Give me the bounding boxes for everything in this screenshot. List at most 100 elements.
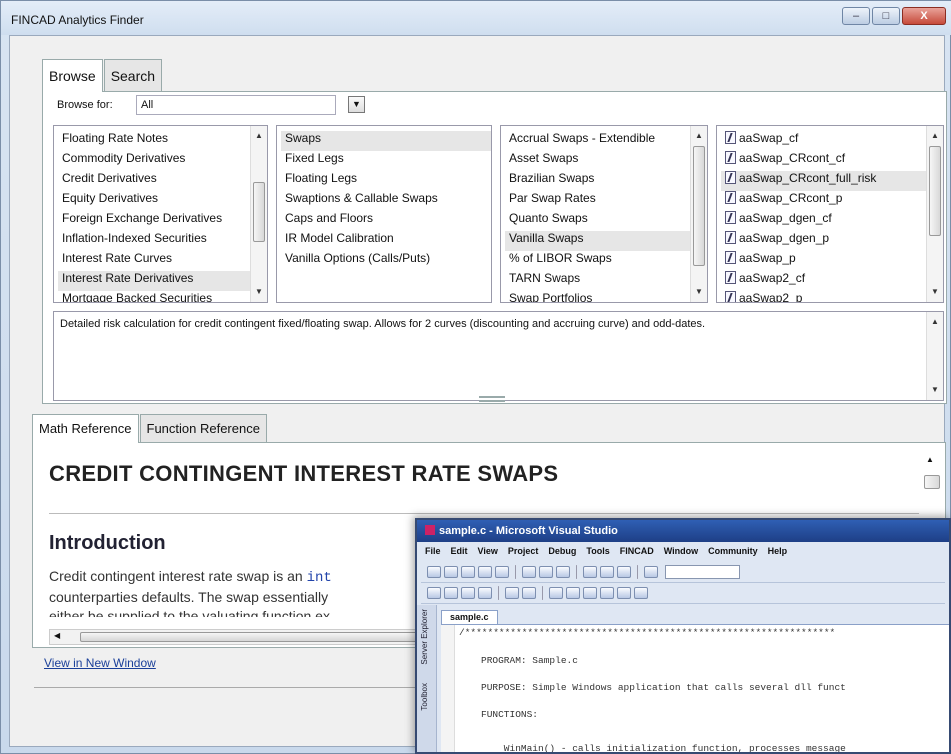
- scroll-up-icon[interactable]: ▲: [691, 128, 707, 144]
- toolbar-button-icon[interactable]: [427, 587, 441, 599]
- vs-menu-item[interactable]: Help: [768, 546, 788, 556]
- function-scrollbar[interactable]: ▲ ▼: [926, 126, 943, 302]
- minimize-button[interactable]: –: [842, 7, 870, 25]
- undo-icon[interactable]: [583, 566, 597, 578]
- description-scrollbar[interactable]: ▲ ▼: [926, 312, 943, 400]
- subcategory-list[interactable]: Swaps Fixed Legs Floating Legs Swaptions & …: [276, 125, 492, 303]
- vs-menu-item[interactable]: Community: [708, 546, 758, 556]
- function-item[interactable]: aaSwap_dgen_cf: [725, 211, 943, 231]
- subcategory-item[interactable]: Floating Legs: [285, 171, 491, 191]
- copy-icon[interactable]: [539, 566, 553, 578]
- save-all-icon[interactable]: [495, 566, 509, 578]
- tab-browse[interactable]: Browse: [42, 59, 103, 92]
- function-item[interactable]: aaSwap2_p: [725, 291, 943, 302]
- bookmark-next-icon[interactable]: [617, 587, 631, 599]
- bookmark-clear-icon[interactable]: [634, 587, 648, 599]
- function-item[interactable]: aaSwap_CRcont_full_risk: [721, 171, 943, 191]
- swap-type-list[interactable]: Accrual Swaps - Extendible Asset Swaps Bra…: [500, 125, 708, 303]
- subcategory-item[interactable]: IR Model Calibration: [285, 231, 491, 251]
- swap-type-item[interactable]: Asset Swaps: [509, 151, 707, 171]
- outdent-icon[interactable]: [505, 587, 519, 599]
- function-list[interactable]: aaSwap_cf aaSwap_CRcont_cf aaSwap_CRcont_f…: [716, 125, 944, 303]
- swap-type-item[interactable]: Brazilian Swaps: [509, 171, 707, 191]
- swap-type-item[interactable]: % of LIBOR Swaps: [509, 251, 707, 271]
- function-item[interactable]: aaSwap_CRcont_p: [725, 191, 943, 211]
- scroll-down-icon[interactable]: ▼: [251, 284, 267, 300]
- scroll-thumb[interactable]: [253, 182, 265, 242]
- swap-type-item[interactable]: Par Swap Rates: [509, 191, 707, 211]
- chevron-down-icon[interactable]: ▼: [348, 96, 365, 113]
- maximize-button[interactable]: □: [872, 7, 900, 25]
- open-folder-icon[interactable]: [461, 566, 475, 578]
- tab-math-reference[interactable]: Math Reference: [32, 414, 139, 443]
- new-project-icon[interactable]: [427, 566, 441, 578]
- swap-type-item[interactable]: Accrual Swaps - Extendible: [509, 131, 707, 151]
- tab-function-reference[interactable]: Function Reference: [139, 414, 267, 442]
- uncomment-icon[interactable]: [566, 587, 580, 599]
- swap-type-item[interactable]: Quanto Swaps: [509, 211, 707, 231]
- toolbox-tab[interactable]: Toolbox: [420, 683, 429, 711]
- category-item[interactable]: Interest Rate Curves: [62, 251, 267, 271]
- vs-menu-item[interactable]: Tools: [586, 546, 609, 556]
- browse-for-select[interactable]: All: [136, 95, 336, 115]
- subcategory-item[interactable]: Vanilla Options (Calls/Puts): [285, 251, 491, 271]
- function-item[interactable]: aaSwap_cf: [725, 131, 943, 151]
- subcategory-item[interactable]: Swaps: [281, 131, 491, 151]
- redo-icon[interactable]: [600, 566, 614, 578]
- toolbar-button-icon[interactable]: [444, 587, 458, 599]
- close-button[interactable]: X: [902, 7, 946, 25]
- scroll-up-icon[interactable]: ▲: [927, 314, 943, 330]
- tab-search[interactable]: Search: [103, 59, 163, 91]
- title-bar[interactable]: FINCAD Analytics Finder – □ X: [1, 1, 951, 35]
- bookmark-prev-icon[interactable]: [600, 587, 614, 599]
- vs-menu-item[interactable]: Window: [664, 546, 698, 556]
- vs-menu-item[interactable]: Project: [508, 546, 539, 556]
- scroll-down-icon[interactable]: ▼: [927, 382, 943, 398]
- paste-icon[interactable]: [556, 566, 570, 578]
- vs-code-editor[interactable]: /***************************************…: [441, 624, 949, 752]
- start-debug-icon[interactable]: [644, 566, 658, 578]
- function-item[interactable]: aaSwap_CRcont_cf: [725, 151, 943, 171]
- scroll-down-icon[interactable]: ▼: [927, 284, 943, 300]
- category-item[interactable]: Inflation-Indexed Securities: [62, 231, 267, 251]
- category-item[interactable]: Commodity Derivatives: [62, 151, 267, 171]
- vs-title-bar[interactable]: sample.c - Microsoft Visual Studio: [417, 520, 949, 542]
- function-item[interactable]: aaSwap_p: [725, 251, 943, 271]
- scroll-thumb[interactable]: [929, 146, 941, 236]
- view-in-new-window-link[interactable]: View in New Window: [44, 656, 156, 670]
- vs-document-tab[interactable]: sample.c: [441, 610, 498, 624]
- function-item[interactable]: aaSwap_dgen_p: [725, 231, 943, 251]
- scroll-thumb[interactable]: [924, 475, 940, 489]
- vs-menu-item[interactable]: Debug: [548, 546, 576, 556]
- navigate-icon[interactable]: [617, 566, 631, 578]
- category-item[interactable]: Mortgage Backed Securities: [62, 291, 267, 302]
- swap-type-item[interactable]: Vanilla Swaps: [505, 231, 707, 251]
- swap-type-item[interactable]: Swap Portfolios: [509, 291, 707, 302]
- category-item[interactable]: Foreign Exchange Derivatives: [62, 211, 267, 231]
- vs-menu-item[interactable]: Edit: [451, 546, 468, 556]
- scroll-thumb[interactable]: [693, 146, 705, 266]
- subcategory-item[interactable]: Fixed Legs: [285, 151, 491, 171]
- scroll-up-icon[interactable]: ▲: [251, 128, 267, 144]
- category-list[interactable]: Floating Rate Notes Commodity Derivatives…: [53, 125, 268, 303]
- comment-icon[interactable]: [549, 587, 563, 599]
- swap-type-scrollbar[interactable]: ▲ ▼: [690, 126, 707, 302]
- scroll-down-icon[interactable]: ▼: [691, 284, 707, 300]
- save-icon[interactable]: [478, 566, 492, 578]
- solution-config-combo[interactable]: [665, 565, 740, 579]
- subcategory-item[interactable]: Swaptions & Callable Swaps: [285, 191, 491, 211]
- category-scrollbar[interactable]: ▲ ▼: [250, 126, 267, 302]
- vs-menu-item[interactable]: View: [478, 546, 498, 556]
- server-explorer-tab[interactable]: Server Explorer: [420, 609, 429, 665]
- add-item-icon[interactable]: [444, 566, 458, 578]
- bookmark-icon[interactable]: [583, 587, 597, 599]
- scroll-up-icon[interactable]: ▲: [926, 455, 934, 464]
- cut-icon[interactable]: [522, 566, 536, 578]
- subcategory-item[interactable]: Caps and Floors: [285, 211, 491, 231]
- function-item[interactable]: aaSwap2_cf: [725, 271, 943, 291]
- swap-type-item[interactable]: TARN Swaps: [509, 271, 707, 291]
- indent-icon[interactable]: [522, 587, 536, 599]
- vs-menu-item[interactable]: File: [425, 546, 441, 556]
- scroll-left-icon[interactable]: ◀: [54, 631, 60, 640]
- category-item[interactable]: Credit Derivatives: [62, 171, 267, 191]
